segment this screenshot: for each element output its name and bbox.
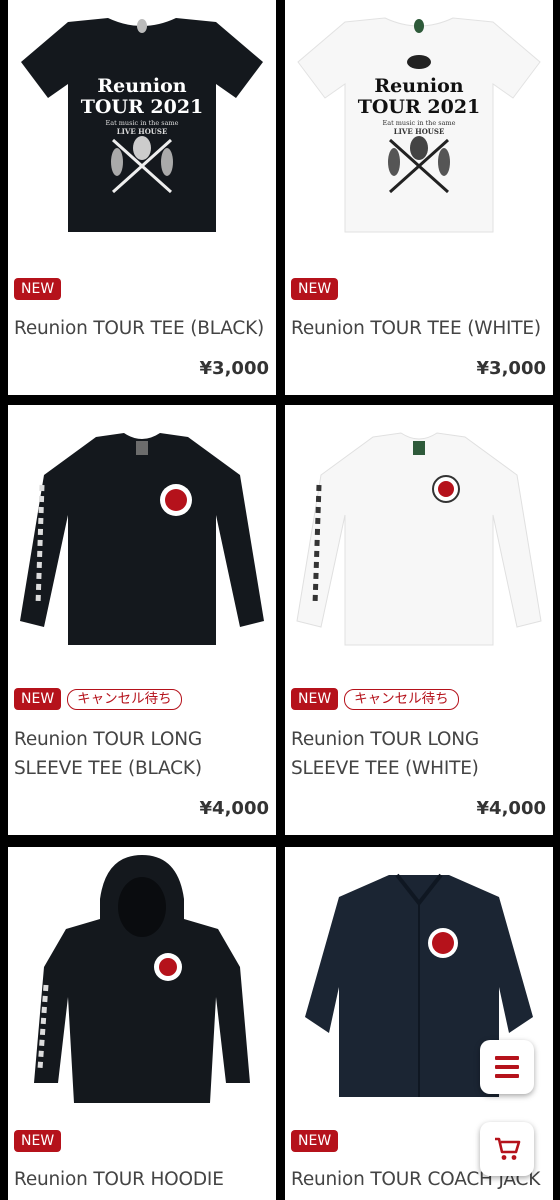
new-badge: NEW <box>14 278 62 300</box>
waitlist-badge: キャンセル待ち <box>344 688 459 710</box>
product-image[interactable]: Reunion TOUR 2021 Eat music in the same … <box>8 0 276 262</box>
shopping-cart-icon <box>495 1137 521 1160</box>
product-image[interactable] <box>285 405 553 680</box>
product-name[interactable]: Reunion TOUR HOODIE <box>14 1165 270 1194</box>
product-name[interactable]: Reunion TOUR LONG SLEEVE TEE (WHITE) <box>291 725 547 783</box>
hamburger-menu-icon <box>495 1056 519 1078</box>
new-badge: NEW <box>291 688 339 710</box>
svg-text:TOUR 2021: TOUR 2021 <box>81 96 204 118</box>
product-card[interactable]: NEW Reunion TOUR HOODIE <box>8 847 276 1200</box>
product-price: ¥4,000 <box>199 798 269 819</box>
badge-group: NEW <box>291 1130 339 1152</box>
badge-group: NEW <box>14 278 62 300</box>
product-image[interactable] <box>8 847 276 1122</box>
svg-text:LIVE HOUSE: LIVE HOUSE <box>394 127 445 136</box>
badge-group: NEW キャンセル待ち <box>291 688 459 710</box>
svg-text:Reunion: Reunion <box>374 75 463 97</box>
product-name[interactable]: Reunion TOUR TEE (BLACK) <box>14 314 270 343</box>
product-card[interactable]: Reunion TOUR 2021 Eat music in the same … <box>8 0 276 395</box>
product-name[interactable]: Reunion TOUR LONG SLEEVE TEE (BLACK) <box>14 725 270 783</box>
badge-group: NEW <box>291 278 339 300</box>
product-card[interactable]: NEW キャンセル待ち Reunion TOUR LONG SLEEVE TEE… <box>285 405 553 835</box>
svg-text:Eat music in the same: Eat music in the same <box>105 119 178 127</box>
product-price: ¥3,000 <box>476 358 546 379</box>
product-price: ¥3,000 <box>199 358 269 379</box>
badge-group: NEW キャンセル待ち <box>14 688 182 710</box>
svg-text:Reunion: Reunion <box>97 75 186 97</box>
svg-text:Eat music in the same: Eat music in the same <box>382 119 455 127</box>
product-card[interactable]: Reunion TOUR 2021 Eat music in the same … <box>285 0 553 395</box>
svg-text:LIVE HOUSE: LIVE HOUSE <box>117 127 168 136</box>
product-price: ¥4,000 <box>476 798 546 819</box>
new-badge: NEW <box>14 1130 62 1152</box>
product-grid: Reunion TOUR 2021 Eat music in the same … <box>0 0 560 1200</box>
product-name[interactable]: Reunion TOUR TEE (WHITE) <box>291 314 547 343</box>
product-image[interactable] <box>8 405 276 680</box>
new-badge: NEW <box>14 688 62 710</box>
new-badge: NEW <box>291 278 339 300</box>
product-image[interactable]: Reunion TOUR 2021 Eat music in the same … <box>285 0 553 262</box>
cart-button[interactable] <box>480 1122 534 1176</box>
badge-group: NEW <box>14 1130 62 1152</box>
new-badge: NEW <box>291 1130 339 1152</box>
svg-text:TOUR 2021: TOUR 2021 <box>358 96 481 118</box>
menu-button[interactable] <box>480 1040 534 1094</box>
product-card[interactable]: NEW キャンセル待ち Reunion TOUR LONG SLEEVE TEE… <box>8 405 276 835</box>
waitlist-badge: キャンセル待ち <box>67 688 182 710</box>
